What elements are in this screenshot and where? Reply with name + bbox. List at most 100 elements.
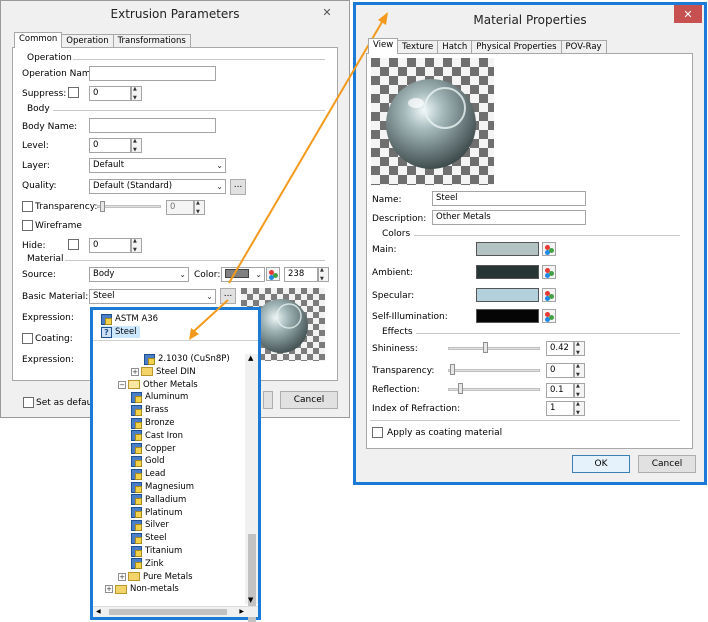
transparency-input[interactable]: 0 (546, 363, 574, 378)
coating-checkbox[interactable] (22, 333, 33, 344)
ambient-color-swatch[interactable] (476, 265, 539, 279)
expand-icon[interactable]: + (131, 367, 139, 376)
tab-physical-properties[interactable]: Physical Properties (471, 40, 562, 54)
body-name-input[interactable] (89, 118, 216, 133)
ok-button[interactable]: OK (572, 455, 630, 473)
tree-item[interactable]: Zink (131, 558, 164, 570)
main-color-swatch[interactable] (476, 242, 539, 256)
color-value-spinner[interactable] (318, 267, 329, 282)
tree-item[interactable]: Silver (131, 519, 169, 531)
tree-item[interactable]: Magnesium (131, 481, 194, 493)
tab-transformations[interactable]: Transformations (112, 34, 191, 48)
tree-top-item-selected[interactable]: ? Steel (101, 326, 140, 338)
transparency-slider[interactable] (97, 205, 161, 208)
ambient-color-palette-icon[interactable] (542, 265, 556, 279)
suppress-spinner[interactable] (131, 86, 142, 101)
description-input[interactable]: Other Metals (432, 210, 586, 225)
scroll-up-icon[interactable]: ▲ (248, 354, 253, 362)
hide-input[interactable]: 0 (89, 238, 131, 253)
tree-item[interactable]: Bronze (131, 417, 174, 429)
tab-hatch[interactable]: Hatch (437, 40, 473, 54)
tree-item[interactable]: + Non-metals (105, 583, 179, 595)
tree-item[interactable]: Titanium (131, 545, 182, 557)
set-default-checkbox[interactable] (23, 397, 34, 408)
tab-texture[interactable]: Texture (397, 40, 439, 54)
quality-browse-button[interactable]: ... (230, 179, 246, 195)
tree-item[interactable]: Lead (131, 468, 165, 480)
main-color-palette-icon[interactable] (542, 242, 556, 256)
transparency-spinner[interactable] (194, 200, 205, 215)
quality-dropdown[interactable]: Default (Standard) ⌄ (89, 179, 226, 194)
tab-common[interactable]: Common (14, 32, 63, 48)
tree-item[interactable]: Palladium (131, 494, 186, 506)
name-input[interactable]: Steel (432, 191, 586, 206)
transparency-spinner[interactable] (574, 363, 585, 378)
tree-horizontal-scroll-thumb[interactable] (109, 609, 227, 615)
scroll-down-icon[interactable]: ▼ (248, 596, 253, 604)
tree-horizontal-scrollbar[interactable]: ◀ ▶ (93, 606, 258, 617)
transparency-slider[interactable] (448, 369, 540, 372)
shininess-slider-thumb[interactable] (483, 342, 488, 353)
tree-item[interactable]: Brass (131, 404, 168, 416)
transparency-input[interactable]: 0 (166, 200, 194, 215)
extrusion-close-button[interactable]: ✕ (313, 3, 341, 21)
material-cancel-button[interactable]: Cancel (638, 455, 696, 473)
operation-name-input[interactable] (89, 66, 216, 81)
suppress-checkbox[interactable] (68, 87, 79, 98)
tab-operation[interactable]: Operation (61, 34, 114, 48)
chevron-down-icon: ⌄ (216, 182, 223, 191)
material-properties-window: Material Properties ✕ View Texture Hatch… (353, 2, 707, 485)
tree-item[interactable]: + Pure Metals (118, 571, 193, 583)
tree-item[interactable]: − Other Metals (118, 379, 198, 391)
transparency-slider-thumb[interactable] (100, 201, 105, 212)
basic-material-browse-button[interactable]: ... (220, 288, 236, 304)
reflection-input[interactable]: 0.1 (546, 383, 574, 398)
ok-button-partial[interactable] (263, 391, 273, 409)
tree-item[interactable]: Cast Iron (131, 430, 183, 442)
color-value-input[interactable]: 238 (284, 267, 318, 282)
color-dropdown[interactable]: ⌄ (221, 267, 265, 282)
specular-color-palette-icon[interactable] (542, 288, 556, 302)
expand-icon[interactable]: + (105, 585, 113, 594)
scroll-right-icon[interactable]: ▶ (239, 608, 244, 615)
layer-dropdown[interactable]: Default ⌄ (89, 158, 226, 173)
self-illumination-color-swatch[interactable] (476, 309, 539, 323)
self-illumination-palette-icon[interactable] (542, 309, 556, 323)
suppress-input[interactable]: 0 (89, 86, 131, 101)
source-dropdown[interactable]: Body ⌄ (89, 267, 189, 282)
basic-material-dropdown[interactable]: Steel ⌄ (89, 289, 216, 304)
shininess-slider[interactable] (448, 347, 540, 350)
hide-spinner[interactable] (131, 238, 142, 253)
transparency-slider-thumb[interactable] (450, 364, 455, 375)
level-input[interactable]: 0 (89, 138, 131, 153)
tree-item[interactable]: Aluminum (131, 391, 188, 403)
apply-coating-checkbox[interactable] (372, 427, 383, 438)
scroll-left-icon[interactable]: ◀ (96, 608, 101, 615)
tree-vertical-scrollbar[interactable]: ▲ ▼ (245, 354, 258, 622)
tree-item[interactable]: Copper (131, 443, 176, 455)
hide-checkbox[interactable] (68, 239, 79, 250)
reflection-slider-thumb[interactable] (458, 383, 463, 394)
specular-color-swatch[interactable] (476, 288, 539, 302)
collapse-icon[interactable]: − (118, 380, 126, 389)
tab-pov-ray[interactable]: POV-Ray (560, 40, 607, 54)
tree-item[interactable]: Steel (131, 532, 167, 544)
shininess-spinner[interactable] (574, 341, 585, 356)
reflection-spinner[interactable] (574, 383, 585, 398)
tab-view[interactable]: View (368, 38, 399, 54)
tree-item[interactable]: 2.1030 (CuSn8P) (144, 353, 230, 365)
tree-item[interactable]: Platinum (131, 507, 182, 519)
shininess-input[interactable]: 0.42 (546, 341, 574, 356)
color-palette-icon[interactable] (266, 267, 280, 281)
tree-item[interactable]: + Steel DIN (131, 366, 196, 378)
ior-spinner[interactable] (574, 401, 585, 416)
material-close-button[interactable]: ✕ (674, 5, 702, 23)
tree-item[interactable]: Gold (131, 455, 165, 467)
tree-top-item[interactable]: ASTM A36 (101, 313, 158, 325)
level-spinner[interactable] (131, 138, 142, 153)
extrusion-cancel-button[interactable]: Cancel (280, 391, 338, 409)
transparency-checkbox[interactable] (22, 201, 33, 212)
expand-icon[interactable]: + (118, 572, 126, 581)
ior-input[interactable]: 1 (546, 401, 574, 416)
wireframe-checkbox[interactable] (22, 220, 33, 231)
